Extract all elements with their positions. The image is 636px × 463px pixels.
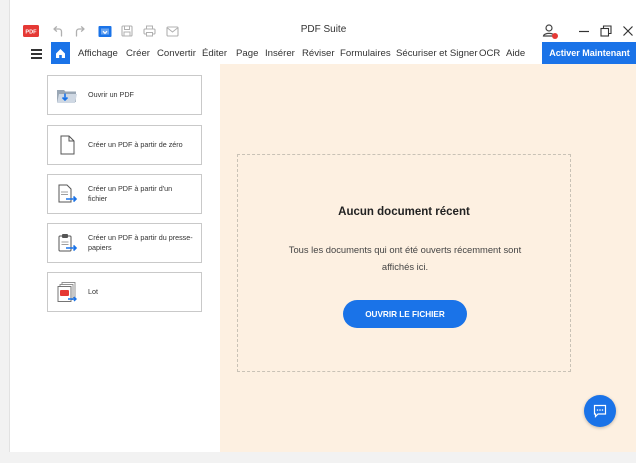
menu-convertir[interactable]: Convertir bbox=[157, 48, 196, 59]
create-pdf-from-file-button[interactable]: Créer un PDF à partir d'un fichier bbox=[47, 174, 202, 214]
menu-reviser[interactable]: Réviser bbox=[302, 48, 335, 59]
batch-button[interactable]: Lot bbox=[47, 272, 202, 312]
batch-label: Lot bbox=[88, 287, 98, 296]
chat-icon bbox=[593, 404, 607, 418]
recent-documents-area: Aucun document récent Tous les documents… bbox=[220, 64, 636, 452]
hamburger-menu-icon[interactable] bbox=[30, 46, 44, 60]
home-icon bbox=[56, 48, 65, 58]
open-file-button[interactable]: OUVRIR LE FICHIER bbox=[343, 300, 467, 328]
menu-formulaires[interactable]: Formulaires bbox=[340, 48, 391, 59]
menu-securiser-signer[interactable]: Sécuriser et Signer bbox=[396, 48, 478, 59]
chat-button[interactable] bbox=[584, 395, 616, 427]
menu-editer[interactable]: Éditer bbox=[202, 48, 227, 59]
empty-state-box: Aucun document récent Tous les documents… bbox=[237, 154, 571, 372]
minimize-icon[interactable] bbox=[575, 22, 593, 40]
create-blank-pdf-button[interactable]: Créer un PDF à partir de zéro bbox=[47, 125, 202, 165]
menu-bar: Affichage Créer Convertir Éditer Page In… bbox=[10, 42, 636, 64]
app-window: PDF PDF Suite Affichage Créer Convertir … bbox=[9, 0, 636, 452]
restore-icon[interactable] bbox=[597, 22, 615, 40]
empty-state-description: Tous les documents qui ont été ouverts r… bbox=[288, 244, 522, 272]
close-icon[interactable] bbox=[619, 22, 636, 40]
empty-state-title: Aucun document récent bbox=[338, 206, 470, 218]
blank-document-icon bbox=[60, 135, 75, 155]
window-frame-bottom bbox=[0, 452, 636, 463]
home-button[interactable] bbox=[51, 42, 70, 64]
clipboard-to-pdf-icon bbox=[58, 234, 78, 252]
open-pdf-button[interactable]: Ouvrir un PDF bbox=[47, 75, 202, 115]
create-pdf-from-clipboard-label: Créer un PDF à partir du presse-papiers bbox=[88, 233, 193, 252]
create-pdf-from-clipboard-button[interactable]: Créer un PDF à partir du presse-papiers bbox=[47, 223, 202, 263]
file-to-pdf-icon bbox=[58, 184, 78, 203]
open-pdf-icon bbox=[57, 90, 77, 103]
title-bar: PDF PDF Suite bbox=[10, 0, 636, 42]
menu-inserer[interactable]: Insérer bbox=[265, 48, 295, 59]
quick-actions-panel: Ouvrir un PDF Créer un PDF à partir de z… bbox=[10, 64, 220, 452]
menu-page[interactable]: Page bbox=[236, 48, 258, 59]
open-pdf-label: Ouvrir un PDF bbox=[88, 90, 134, 99]
account-icon[interactable] bbox=[540, 22, 560, 40]
activate-now-button[interactable]: Activer Maintenant bbox=[542, 42, 636, 64]
menu-affichage[interactable]: Affichage bbox=[78, 48, 118, 59]
menu-aide[interactable]: Aide bbox=[506, 48, 525, 59]
window-frame-left bbox=[0, 0, 9, 463]
menu-ocr[interactable]: OCR bbox=[479, 48, 500, 59]
create-blank-pdf-label: Créer un PDF à partir de zéro bbox=[88, 140, 183, 149]
create-pdf-from-file-label: Créer un PDF à partir d'un fichier bbox=[88, 184, 173, 203]
menu-creer[interactable]: Créer bbox=[126, 48, 150, 59]
batch-icon bbox=[57, 282, 77, 302]
